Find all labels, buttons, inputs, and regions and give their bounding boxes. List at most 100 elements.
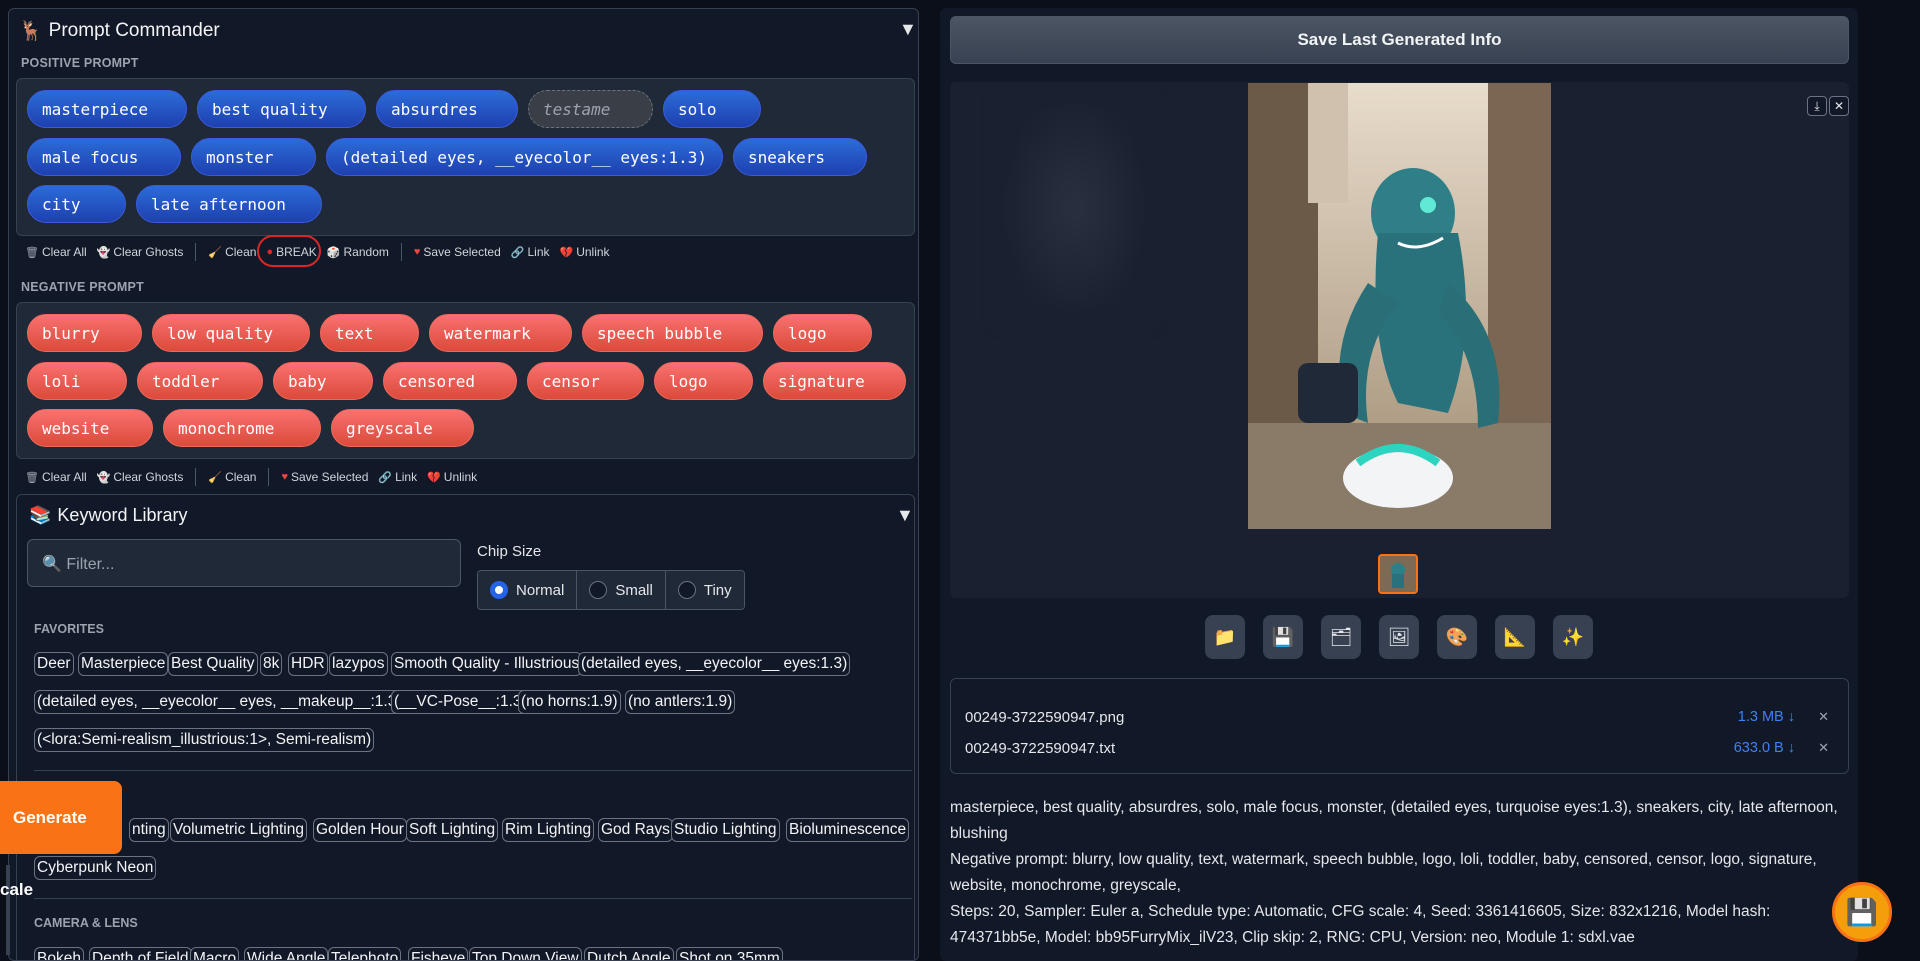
triangle-ruler-icon[interactable]: 📐: [1495, 615, 1535, 659]
generate-button[interactable]: Generate: [0, 781, 122, 854]
generated-image[interactable]: [1248, 83, 1551, 529]
camera-chip[interactable]: Bokeh: [34, 947, 84, 960]
image-thumbnail[interactable]: [1378, 554, 1418, 594]
save-disk-icon[interactable]: 💾: [1263, 615, 1303, 659]
save-last-generated-info-button[interactable]: Save Last Generated Info: [950, 16, 1849, 64]
positive-chip[interactable]: best quality: [197, 90, 366, 128]
negative-chip[interactable]: signature: [763, 362, 906, 400]
favorite-chip[interactable]: (no antlers:1.9): [625, 690, 736, 714]
negative-chip[interactable]: logo: [654, 362, 753, 400]
save-selected-button[interactable]: ♥ Save Selected: [281, 470, 368, 484]
camera-chip[interactable]: Fisheye: [408, 947, 469, 960]
clear-all-button[interactable]: 🗑 Clear All: [25, 470, 87, 484]
link-button[interactable]: 🔗 Link: [378, 470, 417, 484]
unlink-button[interactable]: 💔 Unlink: [427, 470, 477, 484]
prompt-commander-header[interactable]: 🦌 Prompt Commander: [19, 19, 220, 43]
chip-size-normal[interactable]: Normal: [478, 571, 578, 609]
favorite-chip[interactable]: HDR: [288, 652, 328, 676]
negative-chip[interactable]: toddler: [137, 362, 263, 400]
ghost-chip[interactable]: testame: [528, 90, 653, 128]
negative-chip[interactable]: censor: [527, 362, 644, 400]
clear-ghosts-button[interactable]: 👻 Clear Ghosts: [97, 470, 184, 484]
lighting-chip[interactable]: Golden Hour: [313, 818, 407, 842]
positive-chip[interactable]: solo: [663, 90, 761, 128]
negative-chip[interactable]: baby: [273, 362, 373, 400]
favorite-chip[interactable]: (__VC-Pose__:1.3): [391, 690, 530, 714]
negative-chip[interactable]: website: [27, 409, 153, 447]
negative-chip[interactable]: loli: [27, 362, 127, 400]
clean-button[interactable]: 🧹 Clean: [208, 470, 256, 484]
clean-button[interactable]: 🧹 Clean: [208, 245, 256, 259]
favorite-chip[interactable]: Best Quality: [168, 652, 258, 676]
download-icon[interactable]: ⤓: [1807, 96, 1827, 116]
camera-chip[interactable]: Telephoto: [328, 947, 402, 960]
lighting-chip[interactable]: Cyberpunk Neon: [34, 856, 157, 880]
favorite-chip[interactable]: 8k: [260, 652, 283, 676]
favorite-chip[interactable]: Smooth Quality - Illustrious: [391, 652, 583, 676]
negative-chip[interactable]: watermark: [429, 314, 572, 352]
collapse-triangle-icon[interactable]: ▼: [896, 505, 914, 526]
negative-chip[interactable]: monochrome: [163, 409, 321, 447]
keyword-library-header[interactable]: 📚 Keyword Library: [29, 505, 187, 526]
collapse-triangle-icon[interactable]: ▼: [899, 19, 917, 40]
sparkles-icon[interactable]: ✨: [1553, 615, 1593, 659]
camera-chip[interactable]: Dutch Angle: [584, 947, 674, 960]
lighting-chip[interactable]: Soft Lighting: [406, 818, 499, 842]
link-button[interactable]: 🔗 Link: [511, 245, 550, 259]
negative-chip[interactable]: censored: [383, 362, 517, 400]
favorite-chip[interactable]: Deer: [34, 652, 74, 676]
chip-size-small[interactable]: Small: [577, 571, 666, 609]
file-row[interactable]: 00249-3722590947.txt 633.0 B ↓ ✕: [965, 740, 1835, 757]
positive-chip[interactable]: male focus: [27, 138, 181, 176]
file-row[interactable]: 00249-3722590947.png 1.3 MB ↓ ✕: [965, 709, 1835, 726]
positive-chip[interactable]: absurdres: [376, 90, 518, 128]
palette-icon[interactable]: 🎨: [1437, 615, 1477, 659]
favorite-chip[interactable]: (detailed eyes, __eyecolor__ eyes, __mak…: [34, 690, 405, 714]
favorite-chip[interactable]: Masterpiece: [78, 652, 169, 676]
favorite-chip[interactable]: (<lora:Semi-realism_illustrious:1>, Semi…: [34, 728, 375, 752]
camera-chip[interactable]: Depth of Field: [89, 947, 192, 960]
camera-chip[interactable]: Shot on 35mm: [676, 947, 783, 960]
lighting-chip[interactable]: God Rays: [598, 818, 673, 842]
lighting-chip[interactable]: Bioluminescence: [786, 818, 910, 842]
positive-chip[interactable]: monster: [191, 138, 316, 176]
img2img-picture-icon[interactable]: 🖼: [1379, 615, 1419, 659]
scale-slider-track[interactable]: [6, 865, 10, 955]
remove-file-icon[interactable]: ✕: [1818, 709, 1829, 725]
clear-all-button[interactable]: 🗑 Clear All: [25, 245, 87, 259]
lighting-chip[interactable]: Studio Lighting: [671, 818, 780, 842]
negative-chip[interactable]: logo: [773, 314, 872, 352]
save-selected-button[interactable]: ♥ Save Selected: [414, 245, 501, 259]
positive-chip-area[interactable]: masterpiece best quality absurdres testa…: [16, 78, 915, 236]
negative-chip-area[interactable]: blurry low quality text watermark speech…: [16, 302, 915, 459]
favorite-chip[interactable]: (no horns:1.9): [518, 690, 621, 714]
zip-archive-icon[interactable]: 🗂: [1321, 615, 1361, 659]
file-size-download-link[interactable]: 633.0 B ↓: [1734, 740, 1795, 756]
positive-chip[interactable]: city: [27, 185, 126, 223]
favorite-chip[interactable]: lazypos: [329, 652, 388, 676]
remove-file-icon[interactable]: ✕: [1818, 740, 1829, 756]
lighting-chip[interactable]: Volumetric Lighting: [170, 818, 307, 842]
close-icon[interactable]: ✕: [1829, 96, 1849, 116]
file-size-download-link[interactable]: 1.3 MB ↓: [1738, 709, 1795, 725]
unlink-button[interactable]: 💔 Unlink: [560, 245, 610, 259]
camera-chip[interactable]: Macro: [190, 947, 240, 960]
negative-chip[interactable]: speech bubble: [582, 314, 763, 352]
filter-input[interactable]: 🔍 Filter...: [27, 539, 461, 587]
lighting-chip[interactable]: nting: [129, 818, 169, 842]
random-button[interactable]: 🎲 Random: [327, 245, 389, 259]
folder-icon[interactable]: 📁: [1205, 615, 1245, 659]
chip-size-tiny[interactable]: Tiny: [665, 571, 744, 609]
negative-chip[interactable]: greyscale: [331, 409, 474, 447]
floating-save-button[interactable]: 💾: [1832, 882, 1892, 942]
positive-chip[interactable]: sneakers: [733, 138, 867, 176]
negative-chip[interactable]: low quality: [152, 314, 310, 352]
negative-chip[interactable]: blurry: [27, 314, 142, 352]
positive-chip[interactable]: late afternoon: [136, 185, 322, 223]
camera-chip[interactable]: Top Down View: [469, 947, 582, 960]
negative-chip[interactable]: text: [320, 314, 419, 352]
positive-chip[interactable]: masterpiece: [27, 90, 187, 128]
positive-chip[interactable]: (detailed eyes, __eyecolor__ eyes:1.3): [326, 138, 723, 176]
clear-ghosts-button[interactable]: 👻 Clear Ghosts: [97, 245, 184, 259]
favorite-chip[interactable]: (detailed eyes, __eyecolor__ eyes:1.3): [578, 652, 851, 676]
